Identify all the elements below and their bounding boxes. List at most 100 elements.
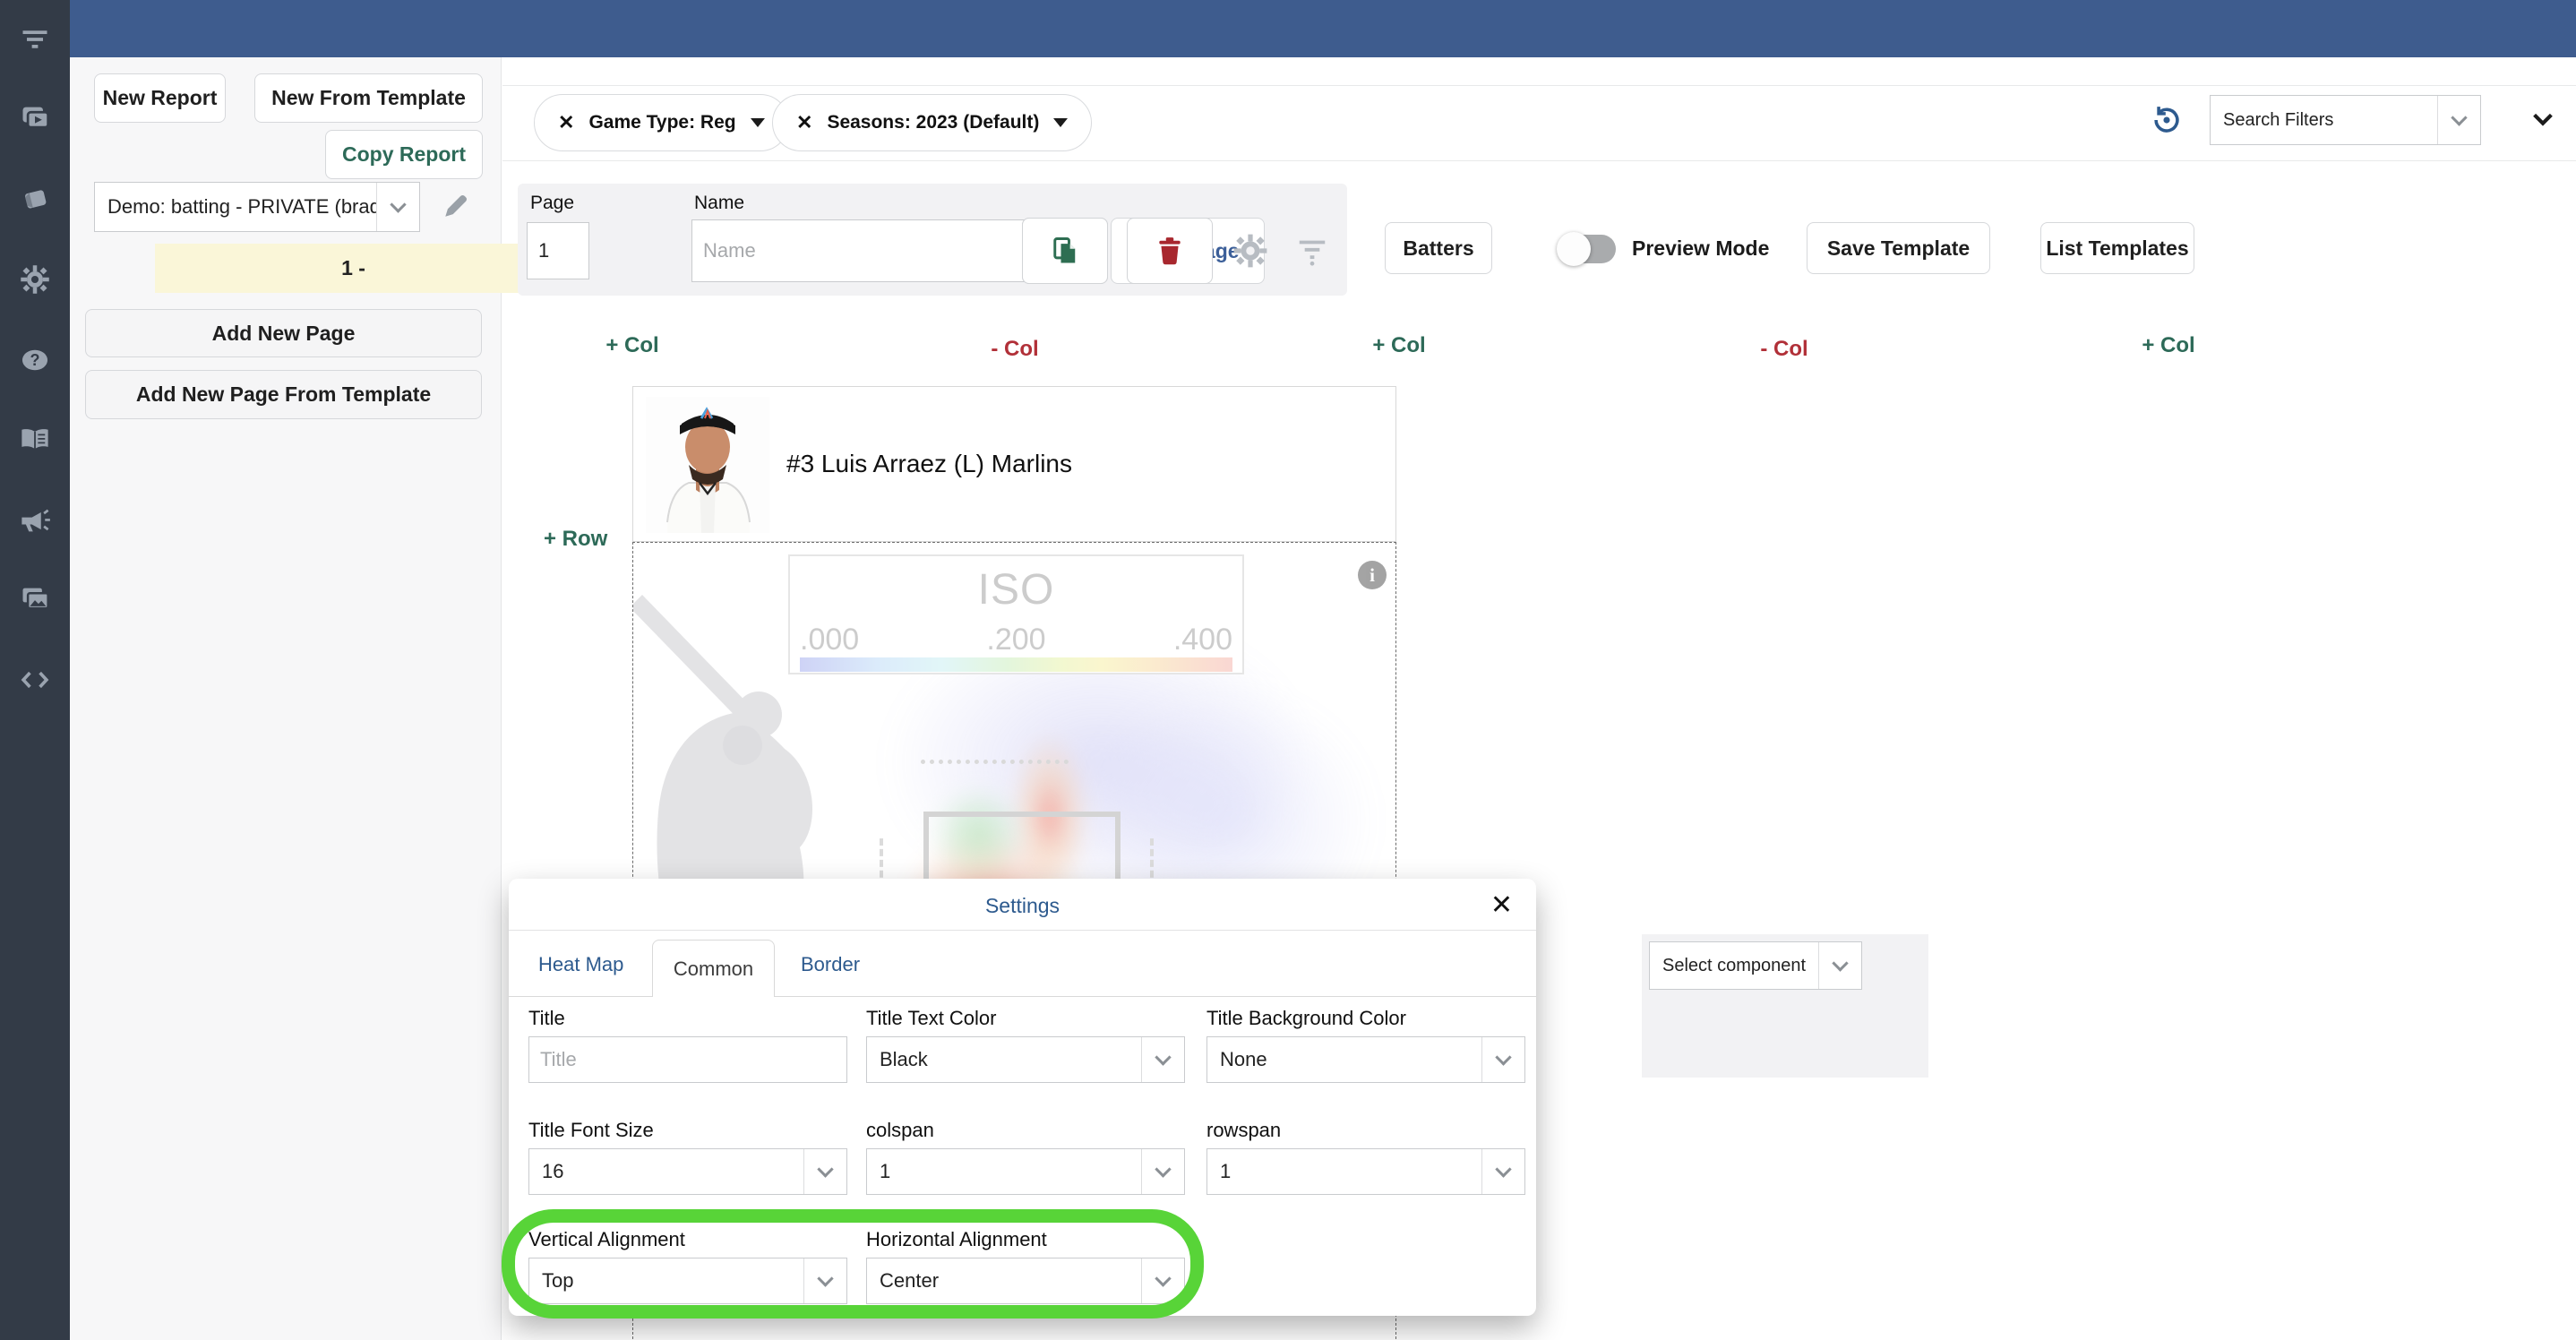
close-icon[interactable]: ✕ <box>1490 889 1513 921</box>
search-filters-placeholder: Search Filters <box>2211 110 2437 131</box>
heatmap-legend: ISO .000 .200 .400 <box>788 554 1244 674</box>
horizontal-alignment-select[interactable]: Center <box>866 1258 1185 1304</box>
svg-text:?: ? <box>30 351 40 369</box>
rowspan-select[interactable]: 1 <box>1206 1148 1525 1195</box>
colspan-select[interactable]: 1 <box>866 1148 1185 1195</box>
help-icon[interactable]: ? <box>19 344 51 376</box>
page-settings-gear-icon[interactable] <box>1232 232 1269 270</box>
book-icon[interactable] <box>19 424 51 456</box>
remove-filter-icon[interactable]: ✕ <box>558 111 574 134</box>
edit-pencil-icon[interactable] <box>442 190 472 220</box>
modal-title: Settings <box>509 894 1536 918</box>
menu-filter-icon[interactable] <box>19 23 51 56</box>
copy-icon <box>1049 235 1081 267</box>
image-library-icon[interactable] <box>19 583 51 615</box>
search-filters-select[interactable]: Search Filters <box>2210 95 2481 145</box>
gear-icon[interactable] <box>19 263 51 296</box>
copy-report-button[interactable]: Copy Report <box>325 130 483 179</box>
megaphone-icon[interactable] <box>19 504 51 537</box>
code-icon[interactable] <box>19 664 51 696</box>
title-text-color-label: Title Text Color <box>866 1007 997 1030</box>
player-header-card[interactable]: #3 Luis Arraez (L) Marlins <box>632 386 1396 542</box>
page-list-item-selected[interactable]: 1 - <box>155 244 552 293</box>
add-new-page-button[interactable]: Add New Page <box>85 309 482 357</box>
player-name: #3 Luis Arraez (L) Marlins <box>786 450 1072 478</box>
vertical-alignment-select[interactable]: Top <box>528 1258 847 1304</box>
chevron-down-icon <box>376 183 419 231</box>
title-font-size-select[interactable]: 16 <box>528 1148 847 1195</box>
filter-chip-seasons[interactable]: ✕ Seasons: 2023 (Default) <box>772 94 1092 151</box>
select-component-dropdown[interactable]: Select component <box>1649 941 1862 990</box>
remove-filter-icon[interactable]: ✕ <box>796 111 812 134</box>
collapse-chevron-icon[interactable] <box>2529 106 2556 133</box>
report-select[interactable]: Demo: batting - PRIVATE (brad... <box>94 182 420 232</box>
list-templates-button[interactable]: List Templates <box>2040 222 2194 274</box>
report-panel: New Report New From Template Copy Report… <box>70 57 502 1340</box>
title-font-size-label: Title Font Size <box>528 1119 654 1142</box>
legend-gradient-bar <box>800 657 1232 672</box>
filter-chip-label: Game Type: Reg <box>588 112 735 133</box>
page-filter-icon[interactable] <box>1295 234 1329 268</box>
add-col-link[interactable]: + Col <box>2142 333 2194 358</box>
heatmap-title: ISO <box>790 565 1242 614</box>
legend-tick-max: .400 <box>1173 623 1232 657</box>
chevron-down-icon <box>1481 1037 1524 1082</box>
cards-icon[interactable] <box>19 183 51 215</box>
divider <box>509 930 1536 931</box>
video-library-icon[interactable] <box>19 102 51 134</box>
batters-button[interactable]: Batters <box>1385 222 1492 274</box>
filter-chip-label: Seasons: 2023 (Default) <box>827 112 1039 133</box>
page-number-input[interactable]: 1 <box>527 222 589 279</box>
add-col-link[interactable]: + Col <box>605 333 658 358</box>
title-input[interactable]: Title <box>528 1036 847 1083</box>
legend-tick-mid: .200 <box>986 623 1045 657</box>
rowspan-label: rowspan <box>1206 1119 1281 1142</box>
title-background-color-select[interactable]: None <box>1206 1036 1525 1083</box>
preview-mode-label: Preview Mode <box>1632 236 1769 261</box>
filter-bar: ✕ Game Type: Reg ✕ Seasons: 2023 (Defaul… <box>502 85 2576 161</box>
page-toolbar: Page 1 Name Name Save Page <box>518 184 1347 296</box>
report-select-value: Demo: batting - PRIVATE (brad... <box>95 195 376 219</box>
tab-heat-map[interactable]: Heat Map <box>538 953 623 976</box>
toggle-knob <box>1557 232 1591 266</box>
empty-component-cell: Select component <box>1642 934 1928 1078</box>
title-label: Title <box>528 1007 565 1030</box>
page-label: Page <box>530 193 574 214</box>
zone-guide-dotted-line <box>921 760 1069 764</box>
chevron-down-icon <box>1141 1037 1184 1082</box>
save-template-button[interactable]: Save Template <box>1807 222 1990 274</box>
history-icon[interactable] <box>2150 103 2184 137</box>
colspan-label: colspan <box>866 1119 934 1142</box>
chevron-down-icon <box>1053 118 1068 127</box>
settings-modal: Settings ✕ Heat Map Common Border Title … <box>509 879 1536 1316</box>
duplicate-page-button[interactable] <box>1022 218 1108 284</box>
info-icon[interactable]: i <box>1358 561 1387 589</box>
add-new-page-from-template-button[interactable]: Add New Page From Template <box>85 370 482 419</box>
trash-icon <box>1155 236 1185 266</box>
chevron-down-icon <box>1141 1149 1184 1194</box>
player-photo <box>646 397 769 533</box>
new-report-button[interactable]: New Report <box>94 73 226 123</box>
app-sidebar: ? <box>0 0 70 1340</box>
legend-tick-min: .000 <box>800 623 859 657</box>
filter-chip-game-type[interactable]: ✕ Game Type: Reg <box>534 94 789 151</box>
remove-col-link[interactable]: - Col <box>991 337 1038 362</box>
add-row-link[interactable]: + Row <box>544 527 607 552</box>
chevron-down-icon <box>803 1258 846 1303</box>
tab-common[interactable]: Common <box>652 940 775 997</box>
top-bar <box>70 0 2576 57</box>
select-component-placeholder: Select component <box>1650 956 1818 976</box>
title-background-color-label: Title Background Color <box>1206 1007 1406 1030</box>
delete-page-button[interactable] <box>1127 218 1213 284</box>
title-text-color-select[interactable]: Black <box>866 1036 1185 1083</box>
remove-col-link[interactable]: - Col <box>1760 337 1807 362</box>
tab-border[interactable]: Border <box>801 953 860 976</box>
add-col-link[interactable]: + Col <box>1372 333 1425 358</box>
chevron-down-icon <box>2437 96 2480 144</box>
name-label: Name <box>694 193 744 214</box>
vertical-alignment-label: Vertical Alignment <box>528 1228 685 1251</box>
chevron-down-icon <box>803 1149 846 1194</box>
chevron-down-icon <box>1481 1149 1524 1194</box>
preview-mode-toggle[interactable] <box>1560 235 1616 263</box>
new-from-template-button[interactable]: New From Template <box>254 73 483 123</box>
